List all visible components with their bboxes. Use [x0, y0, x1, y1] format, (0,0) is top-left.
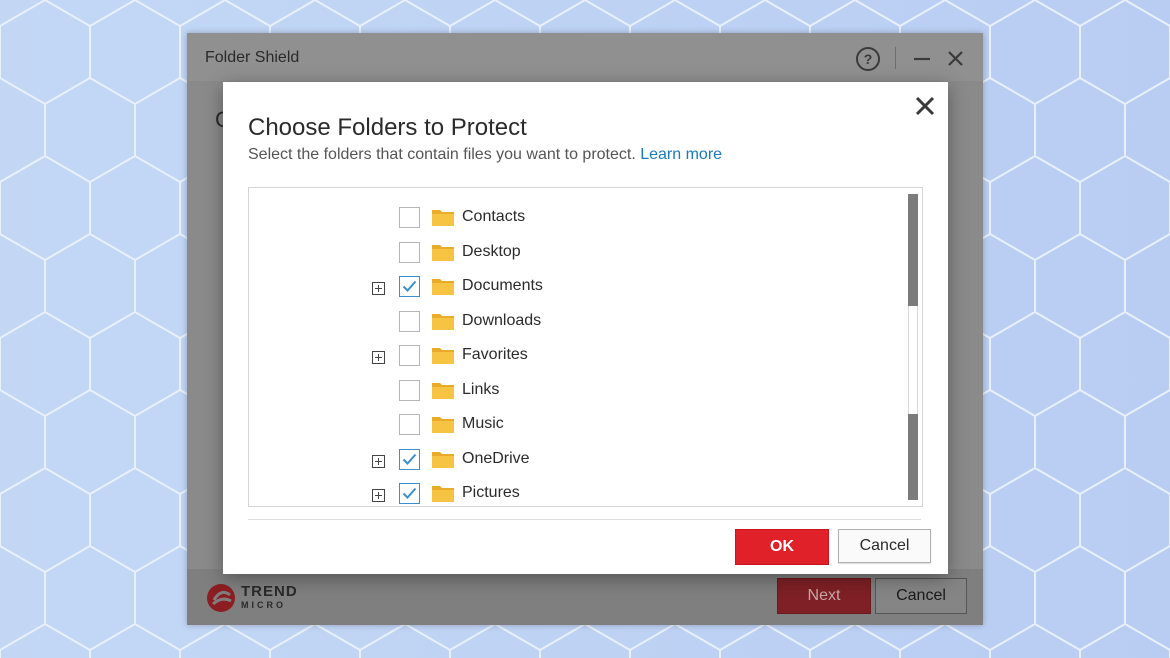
folder-row[interactable]: Favorites: [249, 343, 899, 373]
folder-label: Downloads: [462, 311, 542, 329]
ok-button[interactable]: OK: [735, 529, 829, 565]
folder-label: Links: [462, 380, 500, 398]
folder-icon: [432, 417, 454, 433]
folder-label: OneDrive: [462, 449, 530, 467]
app-titlebar: Folder Shield ?: [187, 33, 983, 81]
folder-icon: [432, 279, 454, 295]
folder-icon: [432, 382, 454, 399]
folder-icon: [432, 486, 454, 502]
logo-text-trend: TREND: [241, 583, 298, 600]
scrollbar-lower-segment[interactable]: [908, 414, 918, 500]
folder-checkbox[interactable]: [399, 483, 420, 504]
folder-checkbox[interactable]: [399, 379, 420, 401]
learn-more-link[interactable]: Learn more: [640, 146, 722, 163]
dialog-close-icon[interactable]: [913, 94, 937, 118]
checkmark-icon: [402, 453, 417, 465]
folder-checkbox[interactable]: [399, 276, 420, 297]
close-icon[interactable]: [943, 45, 969, 71]
folder-row[interactable]: Links: [249, 378, 899, 408]
cancel-button[interactable]: Cancel: [838, 529, 931, 563]
folder-label: Favorites: [462, 346, 528, 363]
folder-label: Contacts: [462, 208, 526, 225]
folder-row[interactable]: Desktop: [249, 240, 899, 270]
folder-icon: [432, 244, 454, 261]
dialog-subtitle: Select the folders that contain files yo…: [248, 146, 722, 164]
next-button[interactable]: Next: [777, 578, 871, 614]
folder-tree: Contacts Desktop Documents Downloads Favorit…: [248, 187, 923, 507]
folder-label: Documents: [462, 277, 543, 294]
checkmark-icon: [402, 280, 417, 292]
folder-row[interactable]: Contacts: [249, 205, 899, 235]
expander-plus-icon[interactable]: [372, 282, 385, 295]
folder-icon: [432, 451, 454, 468]
titlebar-divider: [895, 47, 896, 69]
help-icon[interactable]: ?: [856, 47, 880, 71]
folder-label: Pictures: [462, 484, 520, 501]
app-footer: TREND MICRO Next Cancel: [187, 569, 983, 625]
choose-folders-dialog: Choose Folders to Protect Select the fol…: [223, 82, 948, 574]
folder-row[interactable]: OneDrive: [249, 447, 899, 477]
folder-row[interactable]: Documents: [249, 274, 899, 304]
trend-micro-logo: TREND MICRO: [205, 581, 305, 615]
folder-checkbox[interactable]: [399, 345, 420, 366]
folder-row[interactable]: Music: [249, 412, 899, 442]
folder-checkbox[interactable]: [399, 207, 420, 228]
folder-checkbox[interactable]: [399, 241, 420, 263]
expander-plus-icon[interactable]: [372, 351, 385, 364]
logo-text-micro: MICRO: [241, 600, 286, 610]
scrollbar-thumb[interactable]: [908, 194, 918, 306]
folder-row[interactable]: Pictures: [249, 481, 899, 506]
folder-checkbox[interactable]: [399, 414, 420, 435]
dialog-subtitle-text: Select the folders that contain files yo…: [248, 146, 636, 163]
folder-icon: [432, 348, 454, 364]
folder-label: Desktop: [462, 242, 521, 260]
app-cancel-button[interactable]: Cancel: [875, 578, 967, 614]
folder-icon: [432, 210, 454, 226]
dialog-title: Choose Folders to Protect: [248, 114, 527, 141]
folder-checkbox[interactable]: [399, 448, 420, 470]
folder-label: Music: [462, 415, 504, 432]
minimize-icon[interactable]: [909, 45, 935, 71]
scrollbar-rail[interactable]: [908, 306, 918, 414]
expander-plus-icon[interactable]: [372, 489, 385, 502]
app-title: Folder Shield: [205, 49, 300, 66]
dialog-divider: [248, 519, 921, 520]
checkmark-icon: [402, 487, 417, 499]
folder-row[interactable]: Downloads: [249, 309, 899, 339]
folder-icon: [432, 313, 454, 330]
folder-checkbox[interactable]: [399, 310, 420, 332]
expander-plus-icon[interactable]: [372, 454, 385, 468]
